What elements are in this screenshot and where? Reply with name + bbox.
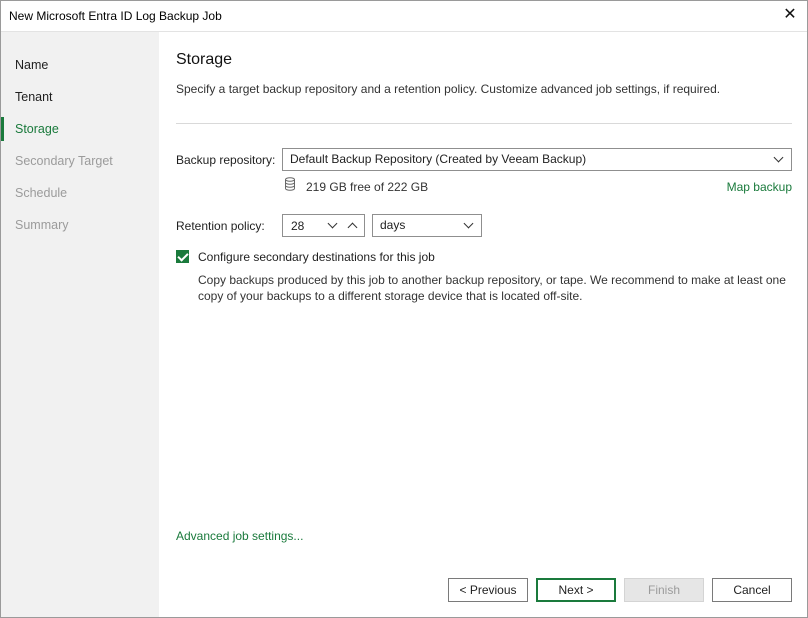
secondary-destinations-note: Copy backups produced by this job to ano…: [198, 273, 792, 304]
title-bar: New Microsoft Entra ID Log Backup Job ✕: [1, 1, 807, 32]
storage-page: Storage Specify a target backup reposito…: [176, 32, 792, 617]
backup-repository-value: Default Backup Repository (Created by Ve…: [290, 152, 586, 166]
chevron-up-icon: [348, 223, 358, 233]
step-schedule: Schedule: [1, 181, 159, 205]
backup-repository-select[interactable]: Default Backup Repository (Created by Ve…: [282, 148, 792, 171]
window-title: New Microsoft Entra ID Log Backup Job: [9, 9, 222, 23]
increment-button[interactable]: [343, 215, 363, 236]
cancel-button[interactable]: Cancel: [712, 578, 792, 602]
step-storage[interactable]: Storage: [1, 117, 159, 141]
page-description: Specify a target backup repository and a…: [176, 82, 720, 96]
previous-button[interactable]: < Previous: [448, 578, 528, 602]
secondary-destinations-label[interactable]: Configure secondary destinations for thi…: [198, 250, 435, 264]
retention-unit-value: days: [380, 218, 405, 232]
backup-repository-label: Backup repository:: [176, 153, 275, 167]
retention-value: 28: [291, 219, 304, 233]
chevron-down-icon: [328, 219, 338, 229]
retention-policy-label: Retention policy:: [176, 219, 265, 233]
map-backup-link[interactable]: Map backup: [727, 180, 792, 194]
next-button[interactable]: Next >: [536, 578, 616, 602]
step-summary: Summary: [1, 213, 159, 237]
step-name[interactable]: Name: [1, 53, 159, 77]
header-separator: [176, 123, 792, 124]
close-icon[interactable]: ✕: [781, 6, 799, 24]
database-icon: [284, 177, 296, 191]
retention-value-stepper[interactable]: 28: [282, 214, 365, 237]
secondary-destinations-checkbox[interactable]: [176, 250, 189, 263]
decrement-button[interactable]: [323, 215, 343, 236]
page-title: Storage: [176, 51, 232, 69]
retention-unit-select[interactable]: days: [372, 214, 482, 237]
advanced-job-settings-link[interactable]: Advanced job settings...: [176, 529, 303, 543]
wizard-steps-sidebar: Name Tenant Storage Secondary Target Sch…: [1, 32, 159, 617]
chevron-down-icon: [774, 153, 784, 163]
step-tenant[interactable]: Tenant: [1, 85, 159, 109]
step-secondary-target: Secondary Target: [1, 149, 159, 173]
chevron-down-icon: [464, 219, 474, 229]
finish-button: Finish: [624, 578, 704, 602]
repository-free-space: 219 GB free of 222 GB: [306, 180, 428, 194]
wizard-window: New Microsoft Entra ID Log Backup Job ✕ …: [0, 0, 808, 618]
